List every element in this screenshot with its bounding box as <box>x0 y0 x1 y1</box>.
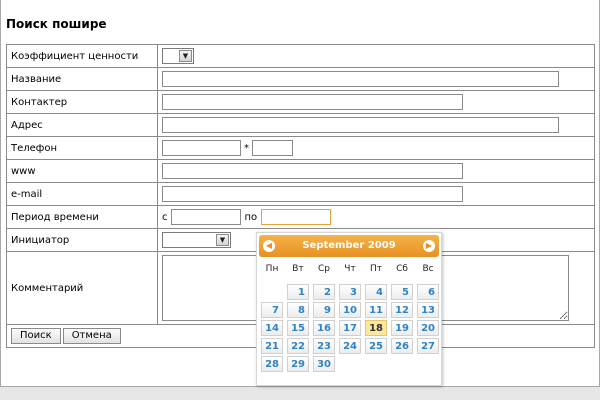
www-input[interactable] <box>162 163 463 179</box>
initiator-label: Инициатор <box>6 228 158 252</box>
search-button[interactable]: Поиск <box>11 328 61 344</box>
value-coef-select[interactable]: ▼ <box>162 48 194 64</box>
form-row-email: e-mail <box>6 182 595 206</box>
form-row-value-coef: Коэффициент ценности ▼ <box>6 44 595 68</box>
weekday-header: Вс <box>422 264 434 274</box>
initiator-select[interactable]: ▼ <box>162 232 231 248</box>
contact-input[interactable] <box>162 94 463 110</box>
calendar-day[interactable]: 10 <box>339 302 361 318</box>
period-from-input[interactable] <box>170 209 241 225</box>
email-input[interactable] <box>162 186 463 202</box>
weekday-header: Вт <box>292 264 304 274</box>
calendar-day[interactable]: 29 <box>287 356 309 372</box>
calendar-day[interactable]: 20 <box>417 320 439 336</box>
calendar-day[interactable]: 6 <box>417 284 439 300</box>
calendar-day[interactable]: 7 <box>261 302 283 318</box>
chevron-right-icon[interactable]: ▶ <box>423 240 435 252</box>
calendar-day[interactable]: 8 <box>287 302 309 318</box>
phone-label: Телефон <box>6 136 158 160</box>
calendar-day[interactable]: 13 <box>417 302 439 318</box>
address-label: Адрес <box>6 113 158 137</box>
calendar-day[interactable]: 12 <box>391 302 413 318</box>
weekday-header: Пн <box>265 264 279 274</box>
calendar-day[interactable]: 14 <box>261 320 283 336</box>
calendar-weekdays: Пн Вт Ср Чт Пт Сб Вс <box>259 264 439 278</box>
calendar-day[interactable]: 26 <box>391 338 413 354</box>
calendar-day[interactable]: 25 <box>365 338 387 354</box>
calendar-day[interactable]: 22 <box>287 338 309 354</box>
phone-ext-input[interactable] <box>252 140 293 156</box>
form-row-name: Название <box>6 67 595 91</box>
calendar-day[interactable]: 24 <box>339 338 361 354</box>
calendar-day[interactable]: 15 <box>287 320 309 336</box>
calendar-header: ◀ September 2009 ▶ <box>259 235 439 257</box>
name-label: Название <box>6 67 158 91</box>
calendar-day[interactable]: 1 <box>287 284 309 300</box>
www-label: www <box>6 159 158 183</box>
weekday-header: Сб <box>396 264 408 274</box>
calendar-day[interactable]: 23 <box>313 338 335 354</box>
calendar-day-selected[interactable]: 18 <box>365 320 387 336</box>
form-row-www: www <box>6 159 595 183</box>
calendar-day[interactable]: 19 <box>391 320 413 336</box>
form-row-contact: Контактер <box>6 90 595 114</box>
date-picker-popup: ◀ September 2009 ▶ Пн Вт Ср Чт Пт Сб Вс 123456… <box>256 232 442 386</box>
weekday-header: Чт <box>344 264 356 274</box>
cancel-button[interactable]: Отмена <box>62 328 121 344</box>
comment-label: Комментарий <box>6 251 158 325</box>
period-to-input[interactable] <box>261 209 332 225</box>
period-to-label: по <box>244 212 258 223</box>
calendar-day[interactable]: 5 <box>391 284 413 300</box>
calendar-day[interactable]: 21 <box>261 338 283 354</box>
email-label: e-mail <box>6 182 158 206</box>
weekday-header: Ср <box>318 264 330 274</box>
calendar-day[interactable]: 11 <box>365 302 387 318</box>
chevron-left-icon[interactable]: ◀ <box>263 240 275 252</box>
page-title: Поиск пошире <box>6 17 107 31</box>
form-row-period: Период времени с по <box>6 205 595 229</box>
calendar-day[interactable]: 28 <box>261 356 283 372</box>
calendar-day[interactable]: 3 <box>339 284 361 300</box>
weekday-header: Пт <box>369 264 382 274</box>
form-row-phone: Телефон * <box>6 136 595 160</box>
calendar-day[interactable]: 30 <box>313 356 335 372</box>
chevron-down-icon: ▼ <box>216 234 229 246</box>
calendar-day[interactable]: 27 <box>417 338 439 354</box>
calendar-day[interactable]: 17 <box>339 320 361 336</box>
calendar-day[interactable]: 16 <box>313 320 335 336</box>
chevron-down-icon: ▼ <box>179 50 192 62</box>
form-row-address: Адрес <box>6 113 595 137</box>
value-coef-label: Коэффициент ценности <box>6 44 158 68</box>
calendar-day[interactable]: 4 <box>365 284 387 300</box>
address-input[interactable] <box>162 117 559 133</box>
phone-separator: * <box>244 143 249 154</box>
name-input[interactable] <box>162 71 559 87</box>
calendar-day[interactable]: 2 <box>313 284 335 300</box>
period-label: Период времени <box>6 205 158 229</box>
contact-label: Контактер <box>6 90 158 114</box>
period-from-label: с <box>162 212 168 223</box>
phone-main-input[interactable] <box>162 140 241 156</box>
calendar-day[interactable]: 9 <box>313 302 335 318</box>
calendar-month-label: September 2009 <box>302 240 396 251</box>
